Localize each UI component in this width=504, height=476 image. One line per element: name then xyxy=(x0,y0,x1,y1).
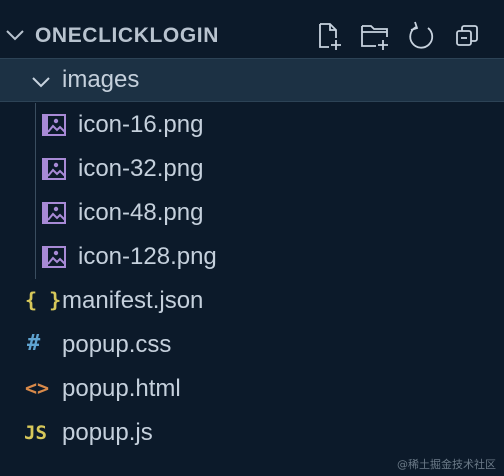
new-folder-button[interactable] xyxy=(352,18,398,54)
file-row-icon-32[interactable]: icon-32.png xyxy=(0,147,504,191)
image-file-icon xyxy=(42,114,66,136)
file-row-popup-css[interactable]: # popup.css xyxy=(0,323,504,367)
refresh-icon xyxy=(409,21,434,49)
file-label: popup.css xyxy=(62,331,172,358)
collapse-all-icon xyxy=(456,25,478,46)
folder-row-images[interactable]: images xyxy=(0,58,504,102)
watermark: @稀土掘金技术社区 xyxy=(397,458,496,471)
file-row-icon-16[interactable]: icon-16.png xyxy=(0,103,504,147)
folder-label: images xyxy=(62,66,140,93)
new-file-icon xyxy=(319,23,341,50)
chevron-down-icon[interactable] xyxy=(30,71,52,93)
new-folder-icon xyxy=(361,25,388,50)
js-file-icon: JS xyxy=(24,422,47,444)
file-label: icon-48.png xyxy=(78,199,204,226)
css-file-icon: # xyxy=(27,331,41,356)
new-file-button[interactable] xyxy=(306,18,352,54)
refresh-button[interactable] xyxy=(398,18,444,54)
file-row-popup-js[interactable]: JS popup.js xyxy=(0,411,504,455)
section-title: ONECLICKLOGIN xyxy=(35,24,219,47)
collapse-all-button[interactable] xyxy=(444,18,490,54)
explorer-section-header[interactable]: ONECLICKLOGIN xyxy=(0,14,504,58)
file-label: popup.js xyxy=(62,419,153,446)
file-row-icon-128[interactable]: icon-128.png xyxy=(0,235,504,279)
file-label: icon-128.png xyxy=(78,243,217,270)
file-row-manifest-json[interactable]: { } manifest.json xyxy=(0,279,504,323)
file-label: popup.html xyxy=(62,375,181,402)
image-file-icon xyxy=(42,246,66,268)
file-explorer: ONECLICKLOGIN images icon-16.png icon-32… xyxy=(0,0,504,476)
html-file-icon: <> xyxy=(25,376,50,400)
file-row-popup-html[interactable]: <> popup.html xyxy=(0,367,504,411)
file-label: icon-16.png xyxy=(78,111,204,138)
chevron-down-icon[interactable] xyxy=(4,24,26,46)
file-row-icon-48[interactable]: icon-48.png xyxy=(0,191,504,235)
header-actions xyxy=(306,18,490,54)
file-label: icon-32.png xyxy=(78,155,204,182)
image-file-icon xyxy=(42,202,66,224)
image-file-icon xyxy=(42,158,66,180)
file-label: manifest.json xyxy=(62,287,204,314)
json-file-icon: { } xyxy=(25,288,62,312)
